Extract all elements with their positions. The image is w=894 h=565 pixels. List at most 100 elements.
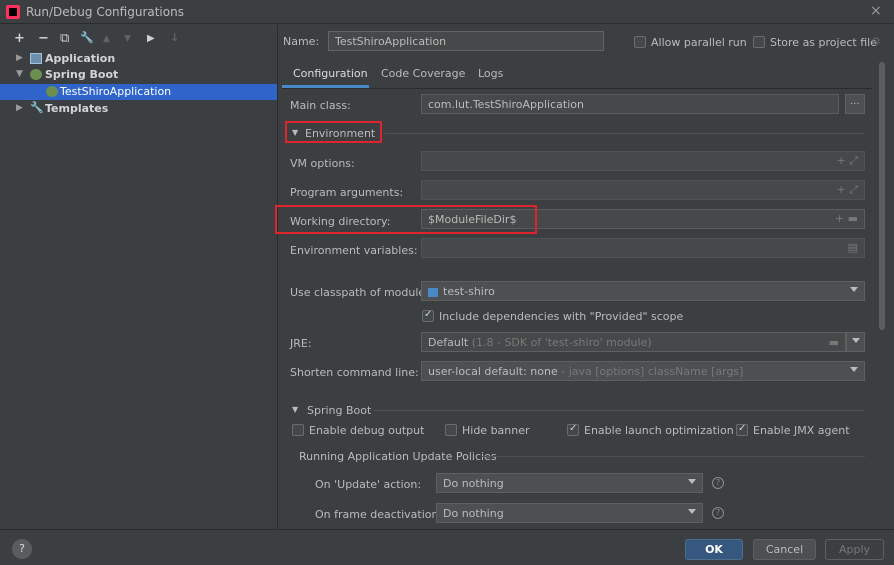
update-policies-label: Running Application Update Policies [299,450,497,463]
expand-icon[interactable]: + ⤢ [836,183,858,197]
section-separator [374,410,865,411]
program-arguments-label: Program arguments: [290,186,404,199]
jre-dropdown-button[interactable] [846,332,865,352]
chevron-down-icon [850,367,858,372]
section-separator [481,456,865,457]
name-label: Name: [283,35,320,48]
debug-output-checkbox[interactable] [292,424,304,436]
cancel-button[interactable]: Cancel [753,539,816,560]
section-separator [385,133,865,134]
shorten-command-label: Shorten command line: [290,366,419,379]
chevron-right-icon[interactable]: ▶ [16,53,23,63]
update-action-select[interactable]: Do nothing [436,473,703,493]
shorten-command-select[interactable]: user-local default: none - java [options… [421,361,865,381]
main-class-input[interactable]: com.lut.TestShiroApplication [421,94,839,114]
wrench-icon: 🔧 [30,101,44,114]
ok-button[interactable]: OK [685,539,743,560]
add-icon[interactable]: + [14,31,25,46]
folder-icon[interactable]: ▬ [829,336,839,349]
chevron-down-icon [688,479,696,484]
hide-banner-label: Hide banner [462,424,530,437]
sort-icon: ↓ [170,31,180,44]
store-project-checkbox[interactable] [753,36,765,48]
frame-deactivation-value: Do nothing [443,507,504,520]
tree-item-label: Templates [45,102,109,115]
browse-button[interactable]: ... [845,94,865,114]
tree-item-label: Application [45,52,116,65]
include-provided-label: Include dependencies with "Provided" sco… [439,310,684,323]
tab-code-coverage[interactable]: Code Coverage [381,67,465,80]
app-logo-icon [6,5,20,19]
spring-boot-icon [46,86,58,97]
launch-optimization-label: Enable launch optimization [584,424,734,437]
program-arguments-input[interactable]: + ⤢ [421,180,865,200]
scrollbar[interactable] [879,62,885,330]
allow-parallel-label: Allow parallel run [651,36,747,49]
hide-banner-checkbox[interactable] [445,424,457,436]
jre-label: JRE: [290,337,312,350]
tree-item-application[interactable]: ▶ Application [0,51,277,67]
jmx-agent-label: Enable JMX agent [753,424,850,437]
tree-item-spring-boot[interactable]: ▼ Spring Boot [0,67,277,83]
include-provided-checkbox[interactable] [422,309,434,322]
application-icon [30,53,42,64]
spring-boot-section-label[interactable]: Spring Boot [307,404,371,417]
launch-optimization-checkbox[interactable] [567,423,579,436]
tree-item-testshiroapplication[interactable]: TestShiroApplication [0,84,277,100]
main-class-label: Main class: [290,99,351,112]
jre-value: Default [428,336,469,349]
tree-item-label: TestShiroApplication [60,85,172,98]
highlight-box [275,205,537,234]
update-action-value: Do nothing [443,477,504,490]
classpath-module-value: test-shiro [443,285,495,298]
move-up-icon: ▲ [103,34,110,44]
collapse-arrow-icon[interactable]: ▼ [292,405,298,414]
allow-parallel-checkbox[interactable] [634,36,646,48]
tab-logs[interactable]: Logs [478,67,503,80]
window-title: Run/Debug Configurations [26,5,184,19]
tree-item-templates[interactable]: ▶ 🔧 Templates [0,101,277,117]
chevron-down-icon [850,287,858,292]
move-down-icon: ▼ [124,34,131,44]
highlight-box [285,121,382,143]
edit-list-icon[interactable]: ▤ [848,241,858,254]
vm-options-input[interactable]: + ⤢ [421,151,865,171]
frame-deactivation-select[interactable]: Do nothing [436,503,703,523]
vm-options-label: VM options: [290,157,355,170]
spring-boot-icon [30,69,42,80]
apply-button[interactable]: Apply [825,539,884,560]
help-button[interactable]: ? [12,539,32,559]
chevron-down-icon [852,338,860,343]
environment-variables-input[interactable]: ▤ [421,238,865,258]
copy-icon[interactable]: ⧉ [60,31,69,46]
folder-icon[interactable]: ▶ [147,33,155,44]
chevron-right-icon[interactable]: ▶ [16,103,23,113]
folder-icon[interactable]: + ▬ [835,212,858,225]
jre-hint: (1.8 - SDK of 'test-shiro' module) [471,336,652,349]
chevron-down-icon[interactable]: ▼ [16,69,23,79]
close-icon[interactable]: × [870,3,882,19]
shorten-command-value: user-local default: none [428,365,558,378]
tabs-divider [282,88,872,89]
frame-deactivation-label: On frame deactivation: [315,508,443,521]
chevron-down-icon [688,509,696,514]
classpath-module-select[interactable]: test-shiro [421,281,865,301]
debug-output-label: Enable debug output [309,424,425,437]
store-project-label: Store as project file [770,36,877,49]
help-icon[interactable]: ? [712,507,724,519]
tab-configuration[interactable]: Configuration [293,67,368,80]
shorten-command-hint: - java [options] className [args] [561,365,744,378]
wrench-icon[interactable]: 🔧 [80,31,94,44]
update-action-label: On 'Update' action: [315,478,422,491]
module-icon [428,287,438,297]
jmx-agent-checkbox[interactable] [736,423,748,436]
tree-item-label: Spring Boot [45,68,119,81]
classpath-module-label: Use classpath of module: [290,286,429,299]
name-input[interactable]: TestShiroApplication [328,31,604,51]
jre-select[interactable]: Default (1.8 - SDK of 'test-shiro' modul… [421,332,846,352]
environment-variables-label: Environment variables: [290,244,418,257]
gear-icon[interactable]: ⚙ [871,35,881,48]
expand-icon[interactable]: + ⤢ [836,154,858,168]
remove-icon[interactable]: − [38,31,49,46]
help-icon[interactable]: ? [712,477,724,489]
